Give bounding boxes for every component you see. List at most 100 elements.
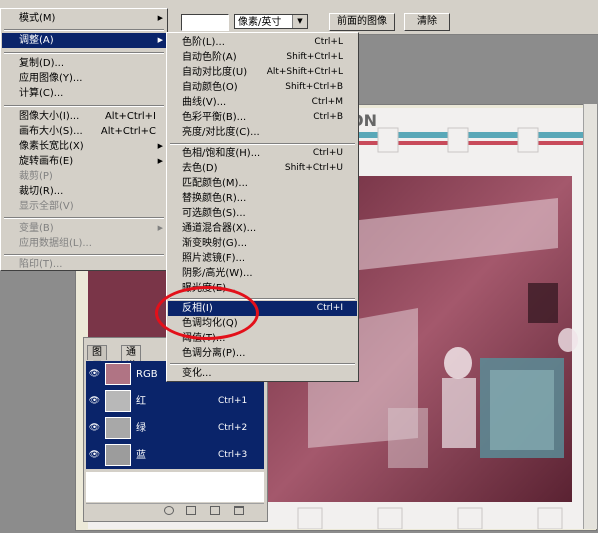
chevron-down-icon[interactable]: ▼ [292, 15, 307, 28]
submenu-item-photo-filter[interactable]: 照片滤镜(F)... [168, 251, 357, 266]
channel-row-green[interactable]: 👁 绿 Ctrl+2 [86, 415, 264, 442]
submenu-item-selective-color[interactable]: 可选颜色(S)... [168, 206, 357, 221]
submenu-item-label: 自动颜色(O) [182, 82, 238, 93]
menu-item-label: 变量(B) [19, 223, 54, 234]
submenu-item-shortcut: Ctrl+U [312, 148, 343, 158]
menu-item-rotate-canvas[interactable]: 旋转画布(E) ▶ [2, 154, 166, 169]
trash-icon[interactable] [234, 506, 244, 515]
submenu-arrow-icon: ▶ [157, 36, 163, 44]
submenu-item-channel-mixer[interactable]: 通道混合器(X)... [168, 221, 357, 236]
resolution-unit-select[interactable]: 像素/英寸 ▼ [234, 14, 308, 29]
submenu-item-label: 曲线(V)... [182, 97, 227, 108]
menu-item-label: 旋转画布(E) [19, 156, 74, 167]
submenu-item-label: 色相/饱和度(H)... [182, 148, 261, 159]
submenu-item-shortcut: Ctrl+B [313, 112, 343, 122]
submenu-item-shortcut: Alt+Shift+Ctrl+L [266, 67, 343, 77]
submenu-item-auto-levels[interactable]: 自动色阶(A) Shift+Ctrl+L [168, 50, 357, 65]
channel-name: 绿 [136, 423, 146, 434]
eye-icon[interactable]: 👁 [88, 450, 101, 460]
menu-item-label: 图像大小(I)... [19, 111, 80, 122]
channel-row-red[interactable]: 👁 红 Ctrl+1 [86, 388, 264, 415]
menu-item-image-size[interactable]: 图像大小(I)... Alt+Ctrl+I [2, 109, 166, 124]
menu-item-label: 陷印(T)... [19, 259, 63, 270]
submenu-arrow-icon: ▶ [157, 224, 163, 232]
submenu-item-gradient-map[interactable]: 渐变映射(G)... [168, 236, 357, 251]
menu-item-trap: 陷印(T)... [2, 257, 166, 272]
save-selection-icon[interactable] [186, 506, 196, 515]
new-channel-icon[interactable] [210, 506, 220, 515]
submenu-item-label: 亮度/对比度(C)... [182, 127, 260, 138]
submenu-item-auto-contrast[interactable]: 自动对比度(U) Alt+Shift+Ctrl+L [168, 65, 357, 80]
tab-layers[interactable]: 图层 [87, 345, 107, 372]
channel-thumbnail [105, 444, 131, 466]
menu-item-label: 计算(C)... [19, 88, 64, 99]
submenu-item-label: 渐变映射(G)... [182, 238, 248, 249]
submenu-item-levels[interactable]: 色阶(L)... Ctrl+L [168, 35, 357, 50]
submenu-item-shortcut: Shift+Ctrl+L [286, 52, 343, 62]
menu-item-label: 应用数据组(L)... [19, 238, 92, 249]
submenu-item-color-balance[interactable]: 色彩平衡(B)... Ctrl+B [168, 110, 357, 125]
submenu-item-label: 替换颜色(R)... [182, 193, 247, 204]
clear-button[interactable]: 清除 [404, 13, 450, 31]
menu-item-label: 模式(M) [19, 13, 56, 24]
channel-name: RGB [136, 369, 158, 380]
channel-thumbnail [105, 417, 131, 439]
eye-icon[interactable]: 👁 [88, 369, 101, 379]
submenu-arrow-icon: ▶ [157, 14, 163, 22]
eye-icon[interactable]: 👁 [88, 423, 101, 433]
menu-item-label: 显示全部(V) [19, 201, 74, 212]
annotation-ellipse [155, 286, 259, 340]
menu-item-pixel-aspect-ratio[interactable]: 像素长宽比(X) ▶ [2, 139, 166, 154]
menu-item-label: 复制(D)... [19, 58, 65, 69]
submenu-item-variations[interactable]: 变化... [168, 366, 357, 381]
submenu-item-shadow-highlight[interactable]: 阴影/高光(W)... [168, 266, 357, 281]
menu-separator [170, 143, 355, 145]
menu-item-label: 调整(A) [19, 35, 54, 46]
channel-thumbnail [105, 390, 131, 412]
submenu-item-hue-saturation[interactable]: 色相/饱和度(H)... Ctrl+U [168, 146, 357, 161]
vertical-scrollbar[interactable] [583, 104, 597, 529]
menu-item-canvas-size[interactable]: 画布大小(S)... Alt+Ctrl+C [2, 124, 166, 139]
resolution-input[interactable] [181, 14, 229, 31]
channel-row-blue[interactable]: 👁 蓝 Ctrl+3 [86, 442, 264, 469]
submenu-item-auto-color[interactable]: 自动颜色(O) Shift+Ctrl+B [168, 80, 357, 95]
submenu-item-match-color[interactable]: 匹配颜色(M)... [168, 176, 357, 191]
tab-channels[interactable]: 通道 [121, 345, 141, 372]
channel-shortcut: Ctrl+2 [218, 423, 248, 433]
menu-item-duplicate[interactable]: 复制(D)... [2, 56, 166, 71]
channel-thumbnail [105, 363, 131, 385]
channel-name: 红 [136, 396, 146, 407]
submenu-item-shortcut: Shift+Ctrl+B [285, 82, 343, 92]
channel-name: 蓝 [136, 450, 146, 461]
menu-item-crop: 裁剪(P) [2, 169, 166, 184]
submenu-item-curves[interactable]: 曲线(V)... Ctrl+M [168, 95, 357, 110]
menu-separator [4, 217, 164, 219]
submenu-item-label: 去色(D) [182, 163, 218, 174]
channel-shortcut: Ctrl+3 [218, 450, 248, 460]
front-image-button[interactable]: 前面的图像 [329, 13, 395, 31]
submenu-item-label: 自动色阶(A) [182, 52, 237, 63]
submenu-item-desaturate[interactable]: 去色(D) Shift+Ctrl+U [168, 161, 357, 176]
submenu-item-label: 变化... [182, 368, 212, 379]
menu-item-calculations[interactable]: 计算(C)... [2, 86, 166, 101]
menu-item-label: 画布大小(S)... [19, 126, 83, 137]
submenu-item-posterize[interactable]: 色调分离(P)... [168, 346, 357, 361]
submenu-item-shortcut: Ctrl+L [314, 37, 343, 47]
submenu-item-shortcut: Shift+Ctrl+U [284, 163, 343, 173]
menu-separator [170, 363, 355, 365]
menu-item-label: 裁剪(P) [19, 171, 53, 182]
submenu-item-brightness-contrast[interactable]: 亮度/对比度(C)... [168, 125, 357, 140]
menu-item-reveal-all: 显示全部(V) [2, 199, 166, 214]
menu-item-adjustments[interactable]: 调整(A) ▶ [2, 33, 166, 48]
submenu-item-label: 色彩平衡(B)... [182, 112, 247, 123]
menu-item-shortcut: Alt+Ctrl+I [104, 111, 156, 122]
submenu-item-label: 色阶(L)... [182, 37, 225, 48]
submenu-item-label: 匹配颜色(M)... [182, 178, 248, 189]
submenu-arrow-icon: ▶ [157, 142, 163, 150]
load-selection-icon[interactable] [164, 506, 174, 515]
menu-item-trim[interactable]: 裁切(R)... [2, 184, 166, 199]
eye-icon[interactable]: 👁 [88, 396, 101, 406]
menu-item-apply-image[interactable]: 应用图像(Y)... [2, 71, 166, 86]
submenu-item-replace-color[interactable]: 替换颜色(R)... [168, 191, 357, 206]
menu-item-mode[interactable]: 模式(M) ▶ [2, 11, 166, 26]
